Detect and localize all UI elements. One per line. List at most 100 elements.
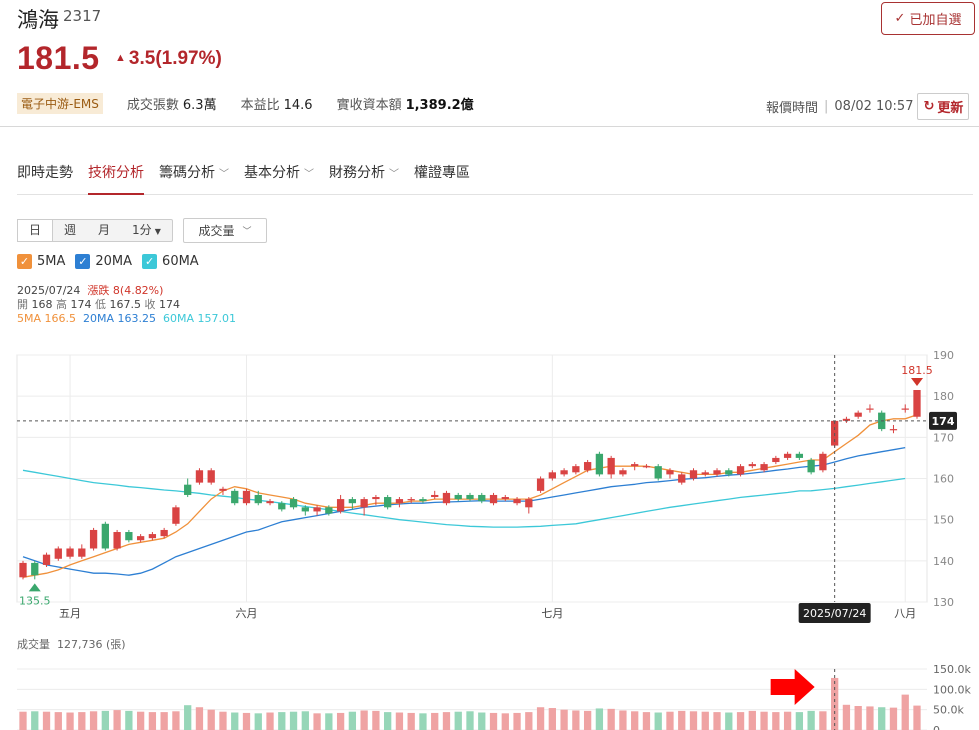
volume-bar xyxy=(431,712,439,730)
industry-tag[interactable]: 電子中游-EMS xyxy=(17,93,103,114)
candle xyxy=(866,408,874,410)
volume-bar xyxy=(466,711,474,730)
period-week[interactable]: 週 xyxy=(53,220,87,241)
volume-bar xyxy=(548,708,556,730)
volume-bar xyxy=(913,705,921,730)
watchlist-button[interactable]: ✓ 已加自選 xyxy=(881,2,975,35)
volume-bar xyxy=(301,711,309,730)
candle xyxy=(854,412,862,417)
volume-bar xyxy=(654,712,662,730)
candle xyxy=(701,472,709,475)
y-tick-label: 190 xyxy=(933,349,954,362)
period-minute[interactable]: 1分 ▼ xyxy=(121,220,172,241)
volume-bar xyxy=(219,711,227,730)
volume-bar xyxy=(360,710,368,730)
volume-bar xyxy=(631,711,639,730)
refresh-button[interactable]: ↻ 更新 xyxy=(917,93,970,120)
volume-bar xyxy=(384,712,392,730)
ma5-toggle[interactable]: ✓ 5MA xyxy=(17,254,65,269)
period-month[interactable]: 月 xyxy=(87,220,121,241)
ma60-toggle[interactable]: ✓ 60MA xyxy=(142,254,199,269)
y-tick-label: 150 xyxy=(933,514,954,527)
high-marker-icon xyxy=(911,377,923,386)
candle xyxy=(89,529,98,549)
candle xyxy=(113,532,121,549)
candle xyxy=(642,466,651,468)
volume-bar xyxy=(642,712,651,730)
candle xyxy=(689,470,698,479)
candle xyxy=(42,554,51,565)
candle xyxy=(513,499,521,504)
volume-bar xyxy=(78,712,86,730)
candle xyxy=(772,457,780,463)
volume-bar xyxy=(101,710,109,730)
volume-bar xyxy=(31,711,39,730)
volume-bar xyxy=(278,712,286,730)
candle xyxy=(195,470,204,483)
ohlc-info: 2025/07/24 漲跌 8(4.82%) 開 168 高 174 低 167… xyxy=(17,284,237,325)
tab-technical[interactable]: 技術分析 xyxy=(88,160,144,195)
price-change: ▲ 3.5(1.97%) xyxy=(115,48,222,70)
tab-realtime[interactable]: 即時走勢 xyxy=(17,160,73,195)
crosshair-price-label: 174 xyxy=(932,415,955,428)
period-day[interactable]: 日 xyxy=(17,219,54,242)
stock-info-row: 電子中游-EMS 成交張數 6.3萬 本益比 14.6 實收資本額 1,389.2億 xyxy=(17,93,498,114)
volume-bar xyxy=(807,710,815,730)
volume-bar xyxy=(536,707,545,730)
candle xyxy=(583,462,592,471)
volume-bar xyxy=(42,711,51,730)
watchlist-button-label: 已加自選 xyxy=(909,13,962,28)
volume-bar xyxy=(395,712,404,730)
indicator-select[interactable]: 成交量 ﹀ xyxy=(183,218,267,243)
volume-bar xyxy=(501,713,509,730)
change-value: 3.5 xyxy=(128,48,156,69)
ohlc-ma5: 5MA 166.5 xyxy=(17,312,77,325)
volume-bar xyxy=(772,712,780,730)
volume-bar xyxy=(854,706,862,730)
volume-bar xyxy=(819,711,827,730)
change-percent: (1.97%) xyxy=(155,48,222,69)
volume-bar xyxy=(842,704,851,730)
volume-bar xyxy=(701,711,709,730)
volume-bar xyxy=(336,712,345,730)
tab-fundamental[interactable]: 基本分析 ﹀ xyxy=(244,160,314,195)
checkbox-checked-icon: ✓ xyxy=(75,254,91,269)
volume-bar xyxy=(560,709,568,730)
volume-header: 成交量 127,736 (張) xyxy=(17,638,126,651)
volume-bar xyxy=(572,710,580,730)
x-tick-label: 五月 xyxy=(59,607,81,620)
tab-financial[interactable]: 財務分析 ﹀ xyxy=(329,160,399,195)
volume-bar xyxy=(442,712,451,730)
candle xyxy=(266,501,274,504)
candle xyxy=(419,499,427,502)
volume-bar xyxy=(419,713,427,730)
y-tick-label: 130 xyxy=(933,596,954,609)
y-tick-label: 160 xyxy=(933,473,954,486)
volume-bar xyxy=(583,710,592,730)
volume-bar xyxy=(254,713,262,730)
candle xyxy=(395,499,404,504)
volume-bar xyxy=(595,708,604,730)
chevron-down-icon: ﹀ xyxy=(219,169,229,180)
candle xyxy=(54,548,62,559)
price-chart[interactable]: 190 180 170 160 150 140 130 五月 六月 七月 八月 174 2025/07… xyxy=(0,345,979,625)
volume-bar xyxy=(231,712,239,730)
candle xyxy=(501,497,509,500)
candle xyxy=(913,389,921,417)
tab-chips[interactable]: 籌碼分析 ﹀ xyxy=(159,160,229,195)
candle xyxy=(148,534,157,539)
x-tick-label: 七月 xyxy=(541,607,563,620)
ma20-toggle[interactable]: ✓ 20MA xyxy=(75,254,132,269)
volume-chart[interactable]: 150.0k 100.0k 50.0k 0 xyxy=(0,655,979,730)
ohlc-change: 漲跌 8(4.82%) xyxy=(87,284,164,297)
tab-warrants[interactable]: 權證專區 xyxy=(414,160,470,195)
volume-bar xyxy=(407,712,415,730)
stock-code: 2317 xyxy=(63,7,102,25)
volume-bar xyxy=(148,712,157,730)
x-tick-label: 六月 xyxy=(236,607,258,620)
analysis-tabs: 即時走勢 技術分析 籌碼分析 ﹀ 基本分析 ﹀ 財務分析 ﹀ 權證專區 xyxy=(17,160,973,195)
volume-bar xyxy=(242,712,251,730)
volume-bar xyxy=(795,712,804,730)
current-price: 181.5 xyxy=(17,40,100,76)
volume-bar xyxy=(607,708,615,730)
